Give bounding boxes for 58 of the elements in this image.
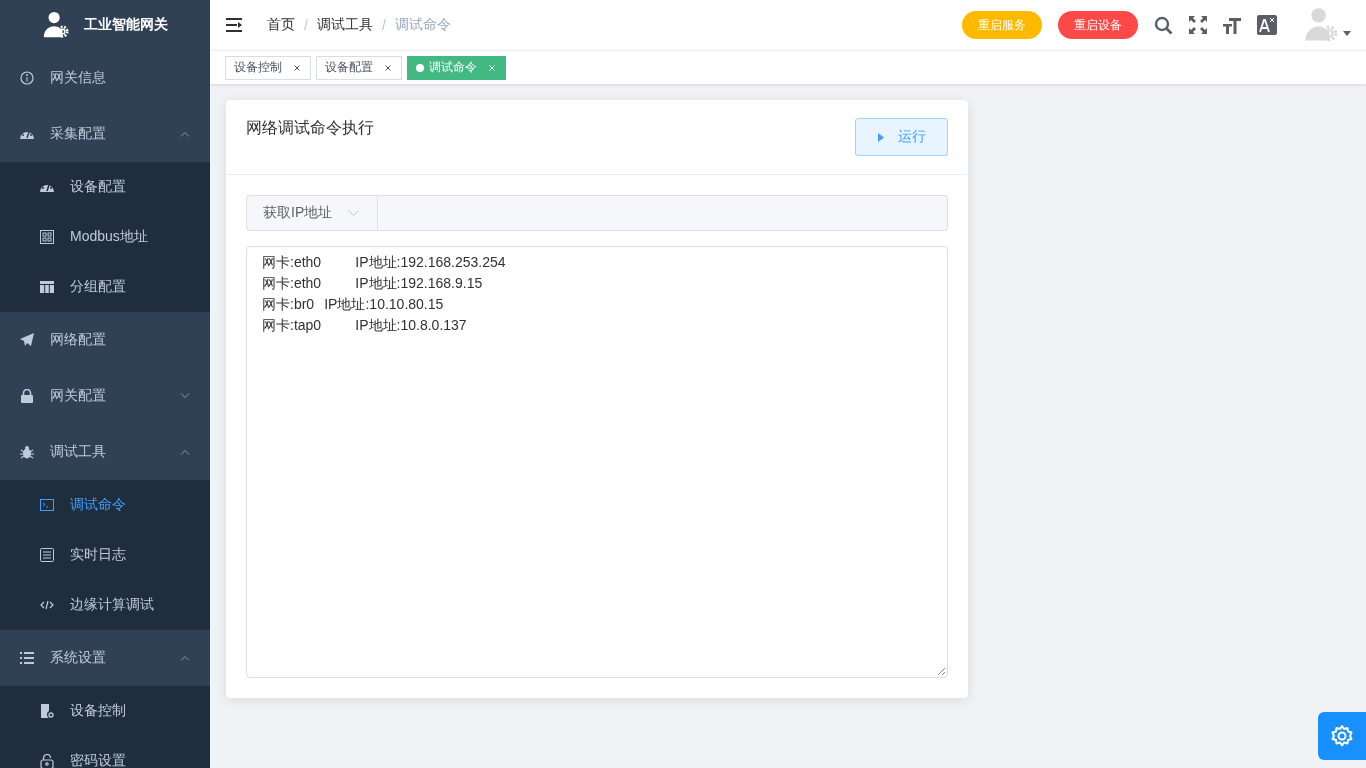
command-select[interactable]: 获取IP地址	[246, 195, 378, 231]
lock-icon	[20, 389, 34, 403]
caret-icon[interactable]	[1343, 30, 1351, 36]
menu-item[interactable]: 网关配置	[0, 368, 210, 424]
breadcrumb-separator: /	[381, 17, 386, 33]
submenu-item[interactable]: 密码设置	[0, 736, 210, 768]
menu-item[interactable]: 调试工具	[0, 424, 210, 480]
breadcrumb-separator: /	[304, 17, 308, 33]
text-size-icon[interactable]	[1223, 16, 1241, 34]
bug-icon	[20, 445, 34, 459]
grid-icon	[40, 281, 54, 293]
menu-icon[interactable]	[225, 17, 243, 33]
terminal-icon	[40, 499, 54, 511]
document-gear-icon	[40, 704, 54, 718]
argument-field[interactable]	[378, 195, 948, 231]
settings-button[interactable]	[1318, 712, 1366, 760]
chevron-down-icon	[348, 210, 360, 216]
menu-item[interactable]: 网关信息	[0, 50, 210, 106]
menu-item[interactable]: 网络配置	[0, 312, 210, 368]
page-tab[interactable]: 设备控制	[225, 55, 311, 80]
submenu-item[interactable]: 设备控制	[0, 686, 210, 736]
qr-code-icon	[40, 230, 54, 244]
user-gear-icon	[42, 11, 70, 39]
menu-item[interactable]: 采集配置	[0, 106, 210, 162]
output-line: 网卡:eth0 IP地址:192.168.253.254	[262, 253, 507, 272]
submenu-item[interactable]: 分组配置	[0, 262, 210, 312]
status-dot-icon	[416, 63, 424, 72]
card-title: 网络调试命令执行	[246, 118, 374, 138]
app-title: 工业智能网关	[84, 16, 168, 34]
submenu-item[interactable]: 边缘计算调试	[0, 580, 210, 630]
output-area[interactable]: 网卡:eth0 IP地址:192.168.253.254 网卡:eth0 IP地址:192.168.9.15 网卡:br0 IP地址:10.10.80.15 网卡:tap0 IP地址:10.8.0.137	[246, 246, 948, 678]
close-icon[interactable]	[292, 62, 302, 73]
translate-icon[interactable]	[1257, 15, 1277, 35]
output-line: 网卡:tap0 IP地址:10.8.0.137	[262, 316, 468, 335]
document-icon	[40, 548, 54, 562]
info-icon	[20, 71, 34, 85]
page-tab[interactable]: 设备配置	[316, 55, 402, 80]
avatar-icon	[1303, 7, 1339, 43]
submenu-item[interactable]: 设备配置	[0, 162, 210, 212]
menu-item[interactable]: 系统设置	[0, 630, 210, 686]
unlock-icon	[40, 753, 54, 768]
settings-icon	[1330, 724, 1354, 748]
code-icon	[40, 600, 54, 610]
submenu-item[interactable]: 实时日志	[0, 530, 210, 580]
submenu-item[interactable]: 调试命令	[0, 480, 210, 530]
close-icon[interactable]	[383, 62, 393, 73]
resize-grip-icon[interactable]	[937, 667, 945, 675]
search-icon[interactable]	[1154, 15, 1173, 35]
submenu-item[interactable]: Modbus地址	[0, 212, 210, 262]
output-line: 网卡:br0 IP地址:10.10.80.15	[262, 295, 445, 314]
breadcrumb-item: 调试命令	[394, 16, 451, 34]
paper-plane-icon	[20, 333, 34, 347]
fullscreen-icon[interactable]	[1189, 16, 1207, 34]
breadcrumb-item[interactable]: 首页	[267, 16, 295, 34]
play-icon	[877, 132, 884, 142]
list-icon	[20, 652, 34, 664]
output-line: 网卡:eth0 IP地址:192.168.9.15	[262, 274, 484, 293]
breadcrumb-item[interactable]: 调试工具	[316, 16, 373, 34]
